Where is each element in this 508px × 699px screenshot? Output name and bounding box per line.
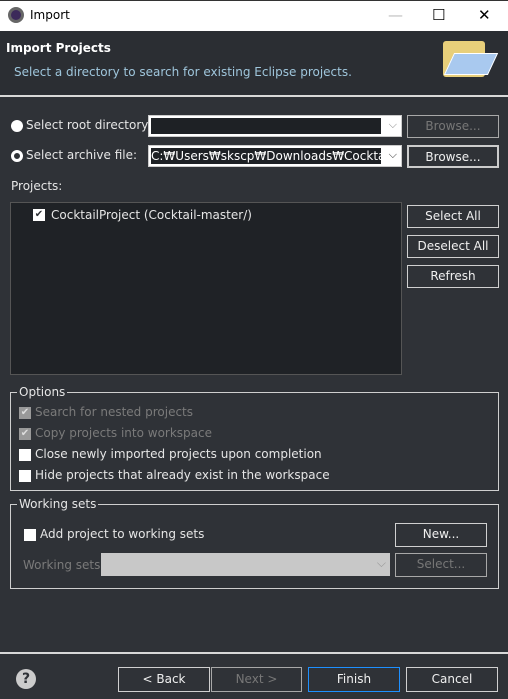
maximize-button[interactable]: ☐ (432, 6, 445, 24)
working-sets-group: Working sets Add project to working sets… (10, 497, 499, 589)
new-working-set-button[interactable]: New... (395, 523, 487, 547)
projects-list[interactable]: ✔ CocktailProject (Cocktail-master/) (10, 202, 402, 375)
add-to-working-sets-checkbox[interactable] (24, 529, 36, 541)
nested-projects-label: Search for nested projects (35, 405, 194, 419)
title-bar: Import — ☐ ✕ (0, 0, 508, 31)
archive-browse-button[interactable]: Browse... (407, 145, 499, 168)
cancel-button[interactable]: Cancel (406, 667, 498, 692)
close-projects-checkbox[interactable] (19, 449, 31, 461)
working-sets-legend: Working sets (17, 497, 99, 511)
archive-file-radio[interactable] (11, 150, 23, 162)
finish-button[interactable]: Finish (308, 667, 400, 692)
options-group: Options ✔ Search for nested projects ✔ C… (10, 385, 499, 491)
add-to-working-sets-label: Add project to working sets (40, 527, 205, 541)
project-checkbox[interactable]: ✔ (33, 209, 45, 221)
close-projects-label: Close newly imported projects upon compl… (35, 447, 322, 461)
archive-file-combo[interactable]: C:₩Users₩skscp₩Downloads₩Cocktail-master… (148, 145, 402, 167)
copy-projects-checkbox: ✔ (19, 428, 31, 440)
hide-projects-label: Hide projects that already exist in the … (35, 468, 330, 482)
root-directory-label: Select root directory: (26, 118, 152, 132)
archive-file-label: Select archive file: (26, 148, 138, 162)
wizard-header: Import Projects Select a directory to se… (0, 31, 508, 97)
root-browse-button[interactable]: Browse... (407, 115, 499, 138)
project-label: CocktailProject (Cocktail-master/) (51, 208, 252, 222)
copy-projects-label: Copy projects into workspace (35, 426, 213, 440)
root-directory-value (151, 118, 381, 134)
select-all-button[interactable]: Select All (407, 205, 499, 228)
hide-projects-checkbox[interactable] (19, 470, 31, 482)
folder-icon (443, 41, 499, 77)
select-working-set-button: Select... (395, 553, 487, 577)
archive-file-input[interactable]: C:₩Users₩skscp₩Downloads₩Cocktail-master… (151, 148, 381, 164)
options-legend: Options (17, 385, 68, 399)
refresh-button[interactable]: Refresh (407, 265, 499, 288)
nested-projects-checkbox: ✔ (19, 407, 31, 419)
page-title: Import Projects (6, 41, 111, 55)
root-directory-radio[interactable] (11, 120, 23, 132)
page-description: Select a directory to search for existin… (14, 65, 352, 79)
root-directory-combo[interactable]: ⌵ (148, 115, 402, 137)
chevron-down-icon: ⌵ (388, 148, 397, 161)
back-button[interactable]: < Back (118, 667, 210, 692)
close-button[interactable]: ✕ (478, 6, 491, 24)
footer-divider (0, 652, 508, 654)
minimize-button[interactable]: — (388, 6, 403, 24)
next-button: Next > (211, 667, 302, 692)
working-sets-label: Working sets: (23, 558, 105, 572)
eclipse-icon (8, 7, 24, 23)
help-icon[interactable]: ? (16, 669, 36, 689)
chevron-down-icon: ⌵ (376, 556, 386, 570)
chevron-down-icon: ⌵ (388, 118, 397, 131)
deselect-all-button[interactable]: Deselect All (407, 235, 499, 258)
working-sets-combo: ⌵ (101, 553, 390, 576)
projects-label: Projects: (11, 179, 63, 193)
window-title: Import (30, 8, 70, 22)
